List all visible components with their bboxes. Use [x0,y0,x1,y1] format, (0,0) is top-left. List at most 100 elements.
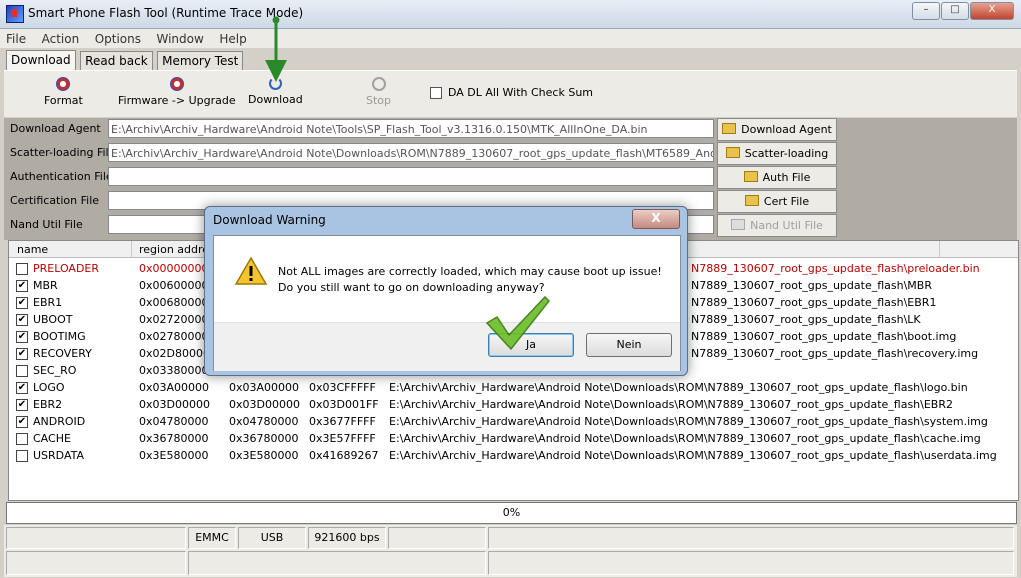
status-cell-empty [488,551,1014,575]
row-name: MBR [33,279,58,292]
row-location: E:\Archiv\Archiv_Hardware\Android Note\D… [389,415,988,428]
menu-bar: File Action Options Window Help [0,29,1021,48]
tab-bar: Download Read back Memory Test [6,50,244,71]
dialog-footer: Ja Nein [214,322,680,371]
nand-button[interactable]: Nand Util File [717,214,837,237]
row-region-address: 0x02780000 [139,330,209,343]
row-location: N7889_130607_root_gps_update_flash\LK [691,313,921,326]
form-row-download-agent: Download Agent E:\Archiv\Archiv_Hardware… [4,118,1017,141]
da-checksum-label: DA DL All With Check Sum [448,86,594,99]
da-checksum-checkbox[interactable]: DA DL All With Check Sum [430,86,593,99]
firmware-label: Firmware -> Upgrade [118,94,236,107]
title-bar: Smart Phone Flash Tool (Runtime Trace Mo… [0,0,1021,29]
row-name: UBOOT [33,313,73,326]
row-checkbox[interactable]: ✔ [16,399,28,411]
row-location: N7889_130607_root_gps_update_flash\MBR [691,279,932,292]
firmware-icon [169,77,184,91]
folder-icon [744,195,759,206]
download-agent-field[interactable]: E:\Archiv\Archiv_Hardware\Android Note\T… [108,119,714,138]
tab-memory-test[interactable]: Memory Test [157,51,244,70]
stop-label: Stop [366,94,392,107]
row-name: ANDROID [33,415,86,428]
row-begin-address: 0x04780000 [229,415,299,428]
row-checkbox[interactable]: ✔ [16,348,28,360]
row-location: N7889_130607_root_gps_update_flash\EBR1 [691,296,937,309]
row-name: SEC_RO [33,364,77,377]
app-icon [6,5,24,23]
row-checkbox[interactable]: ✔ [16,382,28,394]
auth-button[interactable]: Auth File [717,166,837,189]
minimize-button[interactable]: – [912,2,940,20]
cert-button-label: Cert File [763,195,810,208]
cert-button[interactable]: Cert File [717,190,837,213]
status-bar: EMMC USB 921600 bps [4,525,1017,577]
row-name: EBR1 [33,296,63,309]
row-name: RECOVERY [33,347,92,360]
format-label: Format [44,94,83,107]
status-cell-empty [6,527,186,549]
annotation-arrow-icon [265,16,287,82]
table-row[interactable]: CACHE 0x36780000 0x36780000 0x3E57FFFF E:\Ar… [9,430,1018,447]
menu-options[interactable]: Options [89,29,147,49]
column-header-name[interactable]: name [17,243,48,256]
row-begin-address: 0x3E580000 [229,449,299,462]
folder-icon [722,123,737,134]
close-window-button[interactable]: X [970,2,1014,20]
table-row[interactable]: USRDATA 0x3E580000 0x3E580000 0x41689267 E:\… [9,447,1018,464]
tab-read-back[interactable]: Read back [80,51,153,70]
scatter-field[interactable]: E:\Archiv\Archiv_Hardware\Android Note\D… [108,143,714,162]
row-end-address: 0x3677FFFF [309,415,376,428]
column-separator[interactable] [939,241,940,257]
scatter-button[interactable]: Scatter-loading [717,142,837,165]
firmware-upgrade-button[interactable]: Firmware -> Upgrade [118,77,236,107]
row-checkbox[interactable] [16,365,28,377]
row-checkbox[interactable]: ✔ [16,416,28,428]
nand-button-label: Nand Util File [750,219,823,232]
row-region-address: 0x36780000 [139,432,209,445]
table-row[interactable]: ✔ ANDROID 0x04780000 0x04780000 0x3677FFFF E:… [9,413,1018,430]
menu-help[interactable]: Help [213,29,252,49]
no-button[interactable]: Nein [586,333,672,357]
table-row[interactable]: ✔ EBR2 0x03D00000 0x03D00000 0x03D001FF E:\Ar… [9,396,1018,413]
warning-icon [234,256,268,285]
column-separator[interactable] [131,241,132,257]
row-checkbox[interactable] [16,263,28,275]
scatter-button-label: Scatter-loading [744,147,829,160]
row-checkbox[interactable] [16,450,28,462]
da-checksum-box[interactable] [430,87,442,99]
row-region-address: 0x00600000 [139,279,209,292]
dialog-close-button[interactable]: X [632,209,680,229]
download-agent-button[interactable]: Download Agent [717,118,837,141]
row-name: LOGO [33,381,65,394]
row-checkbox[interactable]: ✔ [16,280,28,292]
row-checkbox[interactable]: ✔ [16,297,28,309]
menu-action[interactable]: Action [36,29,86,49]
row-end-address: 0x3E57FFFF [309,432,376,445]
dialog-message-line1: Not ALL images are correctly loaded, whi… [278,265,662,278]
menu-file[interactable]: File [0,29,32,49]
maximize-button[interactable]: □ [941,2,969,20]
format-icon [56,77,71,91]
dialog-message-line2: Do you still want to go on downloading a… [278,281,545,294]
auth-field[interactable] [108,167,714,186]
menu-window[interactable]: Window [151,29,210,49]
tab-download[interactable]: Download [6,50,76,71]
dialog-message: Not ALL images are correctly loaded, whi… [278,264,662,296]
status-port: USB [238,527,306,549]
row-checkbox[interactable]: ✔ [16,331,28,343]
status-cell-empty [188,551,486,575]
progress-text: 0% [502,506,521,519]
cert-label: Certification File [10,194,100,207]
table-row[interactable]: ✔ LOGO 0x03A00000 0x03A00000 0x03CFFFFF E:\Ar… [9,379,1018,396]
format-button[interactable]: Format [44,77,83,107]
download-warning-dialog: Download Warning X Not ALL images are co… [204,206,688,376]
row-checkbox[interactable]: ✔ [16,314,28,326]
row-region-address: 0x02720000 [139,313,209,326]
status-cell-empty [6,551,186,575]
row-end-address: 0x03CFFFFF [309,381,376,394]
row-checkbox[interactable] [16,433,28,445]
form-row-auth: Authentication File Auth File [4,166,1017,189]
nand-label: Nand Util File [10,218,83,231]
stop-button[interactable]: Stop [366,77,391,107]
download-agent-label: Download Agent [10,122,101,135]
